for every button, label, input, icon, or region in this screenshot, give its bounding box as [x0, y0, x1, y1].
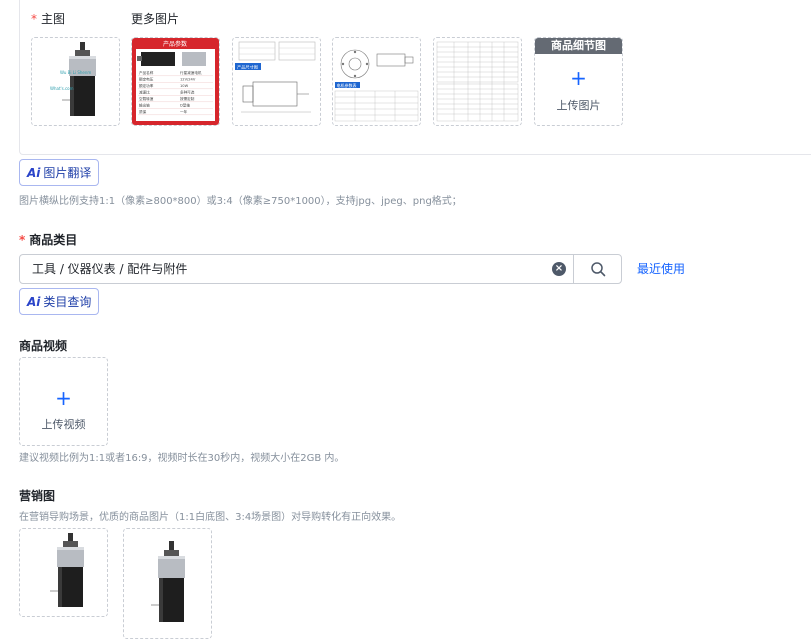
ai-icon: Ai — [27, 294, 41, 309]
detail-image-upload[interactable]: 商品细节图 + 上传图片 — [534, 37, 623, 126]
dimension-drawing-image: 产品尺寸图 — [233, 38, 320, 125]
upload-video-text: 上传视频 — [41, 418, 86, 431]
category-query-label: 类目查询 — [43, 295, 92, 309]
param-row-value: 10W — [180, 84, 189, 88]
param-row-key: 额定功率 — [139, 83, 154, 88]
plus-icon: + — [570, 66, 587, 90]
category-search-button[interactable] — [573, 255, 621, 283]
flange-drawing-image: 电机参数表 — [333, 38, 420, 125]
image-translate-button[interactable]: Ai 图片翻译 — [19, 159, 100, 186]
more-image-thumb-1[interactable]: 产品参数 产品名称 行星减速电机额定电压 12V/24V 额定功率 10W 减速比 多种可选… — [131, 37, 220, 126]
search-icon — [590, 262, 605, 277]
more-image-thumb-3[interactable]: 电机参数表 — [332, 37, 421, 126]
required-mark: * — [31, 12, 37, 26]
param-row-key: 减速比 — [139, 90, 150, 95]
category-value: 工具 / 仪器仪表 / 配件与附件 — [32, 262, 188, 276]
spec-table-image — [434, 38, 521, 125]
motor-image: Wu Bi Li Shenm What's.com — [32, 38, 119, 125]
drawing-tag: 产品尺寸图 — [237, 64, 258, 71]
ai-icon: Ai — [27, 165, 41, 180]
video-upload[interactable]: + 上传视频 — [19, 357, 108, 446]
category-title: * 商品类目 — [19, 233, 78, 247]
param-row-key: 空载转速 — [139, 96, 154, 101]
main-image-thumb[interactable]: Wu Bi Li Shenm What's.com — [31, 37, 120, 126]
table-tag: 电机参数表 — [337, 82, 357, 88]
watermark-text: What's.com — [50, 86, 74, 91]
param-row-value: D型轴 — [180, 103, 190, 108]
marketing-title: 营销图 — [19, 489, 56, 503]
param-row-value: 行星减速电机 — [180, 70, 202, 75]
video-hint: 建议视频比例为1:1或者16:9，视频时长在30秒内，视频大小在2GB 内。 — [19, 453, 345, 464]
upload-image-text: 上传图片 — [556, 99, 601, 112]
main-image-label: * 主图 — [31, 12, 66, 26]
more-images-label: 更多图片 — [131, 12, 180, 26]
clear-icon[interactable]: × — [552, 262, 566, 276]
marketing-hint: 在营销导购场景，优质的商品图片（1:1白底图、3:4场景图）对导购转化有正向效果… — [19, 512, 402, 523]
param-row-key: 输出轴 — [139, 103, 150, 108]
param-card-image: 产品参数 产品名称 行星减速电机额定电压 12V/24V 额定功率 10W 减速比 多种可选… — [132, 38, 219, 125]
recent-used-link[interactable]: 最近使用 — [637, 260, 685, 277]
motor-image — [20, 529, 107, 616]
motor-image — [124, 529, 211, 638]
required-mark: * — [19, 233, 26, 247]
video-title: 商品视频 — [19, 339, 68, 353]
param-row-key: 产品名称 — [139, 70, 154, 75]
image-format-hint: 图片横纵比例支持1:1（像素≥800*800）或3:4（像素≥750*1000）… — [19, 196, 462, 207]
param-row-key: 额定电压 — [139, 77, 154, 82]
plus-icon: + — [55, 386, 72, 410]
param-row-value: 一年 — [180, 109, 188, 114]
marketing-image-1x1[interactable] — [19, 528, 108, 617]
marketing-image-3x4[interactable] — [123, 528, 212, 639]
watermark-text: Wu Bi Li Shenm — [60, 70, 91, 75]
image-translate-label: 图片翻译 — [43, 166, 92, 180]
category-query-button[interactable]: Ai 类目查询 — [19, 288, 100, 315]
param-row-key: 质保 — [139, 109, 147, 114]
more-image-thumb-2[interactable]: 产品尺寸图 — [232, 37, 321, 126]
category-select[interactable]: 工具 / 仪器仪表 / 配件与附件 × — [19, 254, 622, 284]
param-row-value: 多种可选 — [180, 90, 195, 95]
detail-image-header: 商品细节图 — [535, 38, 622, 54]
more-image-thumb-4[interactable] — [433, 37, 522, 126]
param-card-title: 产品参数 — [163, 40, 187, 48]
param-row-value: 按需定制 — [180, 96, 195, 101]
param-row-value: 12V/24V — [180, 78, 196, 82]
